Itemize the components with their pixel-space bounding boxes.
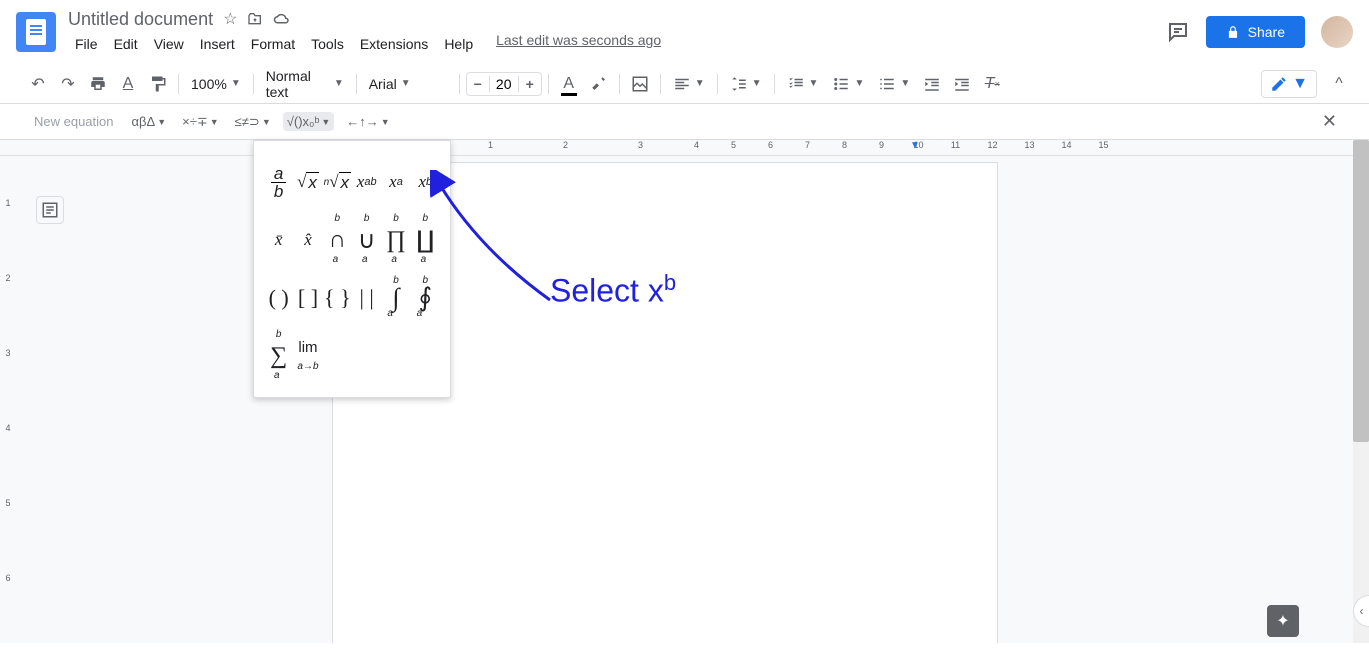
arrows-dropdown[interactable]: ←↑→▼: [342, 112, 393, 131]
math-ops-dropdown[interactable]: √()x₀ᵇ▼: [283, 112, 335, 131]
print-button[interactable]: [84, 70, 112, 98]
zoom-dropdown[interactable]: 100%▼: [185, 70, 247, 98]
close-equation-bar[interactable]: ✕: [1318, 107, 1341, 136]
math-union[interactable]: ∪ba: [352, 211, 381, 269]
math-integral[interactable]: ∫ba: [381, 269, 410, 327]
ruler-indent-marker[interactable]: ▼: [910, 140, 920, 151]
menu-bar: File Edit View Insert Format Tools Exten…: [68, 32, 1166, 56]
vertical-scrollbar[interactable]: [1353, 140, 1369, 643]
math-xbar[interactable]: x̄: [264, 211, 293, 269]
align-dropdown[interactable]: ▼: [667, 70, 711, 98]
greek-letters-dropdown[interactable]: αβΔ▼: [128, 112, 171, 131]
font-size-control: − 20 +: [466, 72, 542, 96]
number-list-dropdown[interactable]: ▼: [872, 70, 916, 98]
document-area: [16, 156, 1353, 643]
math-coproduct[interactable]: ∐ba: [411, 211, 440, 269]
explore-button[interactable]: ✦: [1267, 605, 1299, 637]
move-icon[interactable]: [247, 11, 263, 27]
scroll-thumb[interactable]: [1353, 140, 1369, 442]
menu-edit[interactable]: Edit: [107, 32, 145, 56]
vertical-ruler[interactable]: 1 2 3 4 5 6: [0, 156, 16, 643]
horizontal-ruler[interactable]: 1 2 3 4 5 6 7 8 9 10 11 12 13 14 15 ▼: [0, 140, 1369, 156]
math-xhat[interactable]: x̂: [293, 211, 322, 269]
redo-button[interactable]: ↷: [54, 70, 82, 98]
clear-format-button[interactable]: T×: [978, 70, 1006, 98]
menu-format[interactable]: Format: [244, 32, 302, 56]
menu-file[interactable]: File: [68, 32, 105, 56]
document-title[interactable]: Untitled document: [68, 9, 213, 30]
comments-icon[interactable]: [1166, 20, 1190, 44]
undo-button[interactable]: ↶: [24, 70, 52, 98]
font-size-decrease[interactable]: −: [467, 73, 489, 95]
insert-image-button[interactable]: [626, 70, 654, 98]
title-bar: Untitled document ☆ File Edit View Inser…: [0, 0, 1369, 64]
cloud-icon[interactable]: [273, 12, 291, 26]
math-contour-integral[interactable]: ∮ba: [411, 269, 440, 327]
menu-view[interactable]: View: [147, 32, 191, 56]
indent-decrease-button[interactable]: [918, 70, 946, 98]
docs-logo[interactable]: [16, 12, 56, 52]
indent-increase-button[interactable]: [948, 70, 976, 98]
operators-dropdown[interactable]: ×÷∓▼: [178, 112, 223, 132]
math-brackets[interactable]: [ ]: [293, 269, 322, 327]
menu-extensions[interactable]: Extensions: [353, 32, 435, 56]
share-label: Share: [1248, 24, 1285, 40]
math-product[interactable]: ∏ba: [381, 211, 410, 269]
math-operations-panel: ab √x n√x xab xa xb x̄ x̂ ∩ba ∪ba ∏ba ∐b…: [253, 140, 451, 398]
menu-insert[interactable]: Insert: [193, 32, 242, 56]
user-avatar[interactable]: [1321, 16, 1353, 48]
outline-toggle-icon[interactable]: [36, 196, 64, 224]
math-braces[interactable]: { }: [323, 269, 352, 327]
menu-tools[interactable]: Tools: [304, 32, 351, 56]
new-equation-button[interactable]: New equation: [28, 110, 120, 133]
paint-format-button[interactable]: [144, 70, 172, 98]
spellcheck-button[interactable]: A: [114, 70, 142, 98]
math-sum[interactable]: ∑ba: [264, 327, 293, 385]
equation-toolbar: New equation αβΔ▼ ×÷∓▼ ≤≠⊃▼ √()x₀ᵇ▼ ←↑→▼…: [0, 104, 1369, 140]
checklist-dropdown[interactable]: ▼: [781, 70, 825, 98]
menu-help[interactable]: Help: [437, 32, 480, 56]
math-parens[interactable]: ( ): [264, 269, 293, 327]
math-nth-root[interactable]: n√x: [323, 153, 352, 211]
math-subscript[interactable]: xa: [381, 153, 410, 211]
font-dropdown[interactable]: Arial▼: [363, 70, 453, 98]
math-fraction[interactable]: ab: [264, 153, 293, 211]
last-edit-link[interactable]: Last edit was seconds ago: [496, 32, 661, 56]
highlight-button[interactable]: [585, 70, 613, 98]
share-button[interactable]: Share: [1206, 16, 1305, 48]
math-sqrt[interactable]: √x: [293, 153, 322, 211]
math-sub-super[interactable]: xab: [352, 153, 381, 211]
math-superscript[interactable]: xb: [411, 153, 440, 211]
math-limit[interactable]: lima→b: [293, 327, 322, 385]
line-spacing-dropdown[interactable]: ▼: [724, 70, 768, 98]
math-bars[interactable]: | |: [352, 269, 381, 327]
collapse-toolbar-button[interactable]: ^: [1325, 70, 1353, 98]
style-dropdown[interactable]: Normal text▼: [260, 70, 350, 98]
text-color-button[interactable]: A: [555, 70, 583, 98]
bullet-list-dropdown[interactable]: ▼: [826, 70, 870, 98]
toolbar: ↶ ↷ A 100%▼ Normal text▼ Arial▼ − 20 + A…: [0, 64, 1369, 104]
relations-dropdown[interactable]: ≤≠⊃▼: [231, 112, 275, 132]
star-icon[interactable]: ☆: [223, 9, 237, 29]
font-size-increase[interactable]: +: [519, 73, 541, 95]
editing-mode-dropdown[interactable]: ▼: [1261, 70, 1317, 98]
font-size-value[interactable]: 20: [489, 76, 519, 92]
math-intersection[interactable]: ∩ba: [323, 211, 352, 269]
